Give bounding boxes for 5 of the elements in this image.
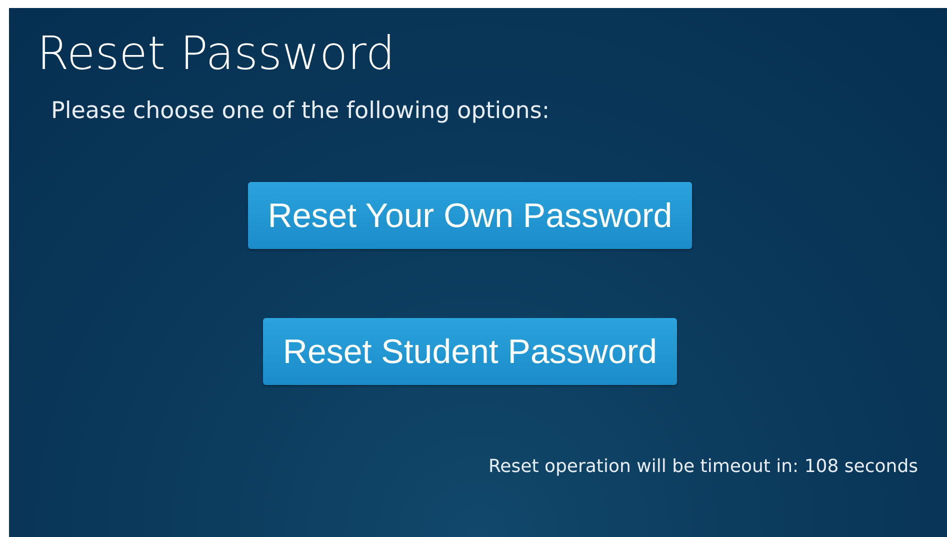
instruction-text: Please choose one of the following options: [51, 97, 550, 126]
timeout-message: Reset operation will be timeout in: 108 seconds [488, 455, 918, 479]
reset-option-button[interactable]: Reset Student Password [262, 318, 678, 385]
reset-option-button[interactable]: Reset Your Own Password [248, 182, 692, 249]
page-title: Reset Password [37, 25, 395, 82]
